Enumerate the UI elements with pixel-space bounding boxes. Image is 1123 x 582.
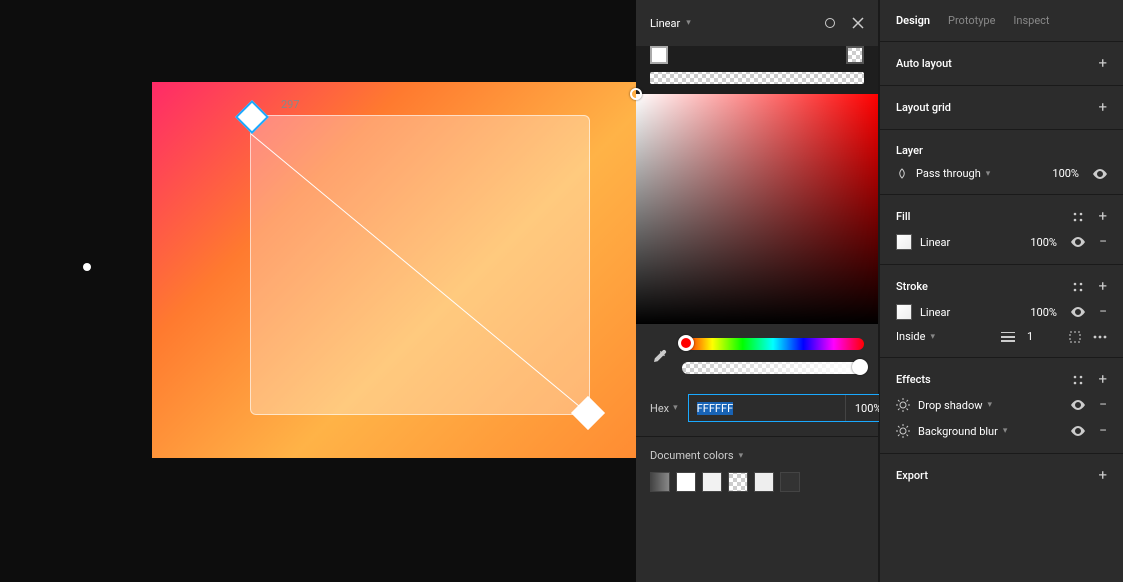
layout-grid-section: Layout grid + xyxy=(880,86,1123,130)
remove-effect-button[interactable]: − xyxy=(1099,423,1107,439)
swatch[interactable] xyxy=(676,472,696,492)
hue-knob[interactable] xyxy=(678,335,694,351)
export-section: Export + xyxy=(880,454,1123,497)
alpha-knob[interactable] xyxy=(852,359,868,375)
stroke-label: Stroke xyxy=(896,280,928,293)
fill-label: Fill xyxy=(896,210,910,223)
visibility-icon[interactable] xyxy=(1071,426,1085,436)
swatch[interactable] xyxy=(650,472,670,492)
visibility-icon[interactable] xyxy=(1071,237,1085,247)
stroke-opacity-input[interactable]: 100% xyxy=(1030,306,1057,319)
chevron-down-icon: ▾ xyxy=(1003,426,1008,436)
tab-inspect[interactable]: Inspect xyxy=(1013,14,1049,27)
layer-section: Layer Pass through ▾ 100% xyxy=(880,130,1123,195)
document-color-swatches xyxy=(650,472,864,492)
sv-cursor[interactable] xyxy=(630,88,642,100)
frame-gradient[interactable]: 297 xyxy=(152,82,636,458)
hue-slider[interactable] xyxy=(682,338,864,350)
blend-mode-icon xyxy=(896,168,908,180)
stroke-position-dropdown[interactable]: Inside ▾ xyxy=(896,330,935,343)
gradient-stops-editor[interactable] xyxy=(636,46,878,94)
gradient-track[interactable] xyxy=(650,72,864,84)
swatch[interactable] xyxy=(780,472,800,492)
add-auto-layout-button[interactable]: + xyxy=(1098,56,1107,71)
stroke-type-label: Linear xyxy=(920,306,950,319)
stroke-swatch[interactable] xyxy=(896,304,912,320)
effect-settings-icon[interactable] xyxy=(896,424,910,438)
selection-size-label: 297 xyxy=(281,98,300,111)
styles-icon[interactable] xyxy=(824,17,836,29)
canvas[interactable]: 297 xyxy=(0,0,636,582)
alpha-slider[interactable] xyxy=(682,362,864,374)
blend-mode-dropdown[interactable]: Pass through ▾ xyxy=(916,167,990,180)
visibility-icon[interactable] xyxy=(1071,307,1085,317)
remove-stroke-button[interactable]: − xyxy=(1099,304,1107,320)
fill-type-label: Linear xyxy=(920,236,950,249)
layer-label: Layer xyxy=(896,144,923,157)
chevron-down-icon: ▾ xyxy=(986,169,991,179)
chevron-down-icon: ▾ xyxy=(930,332,935,342)
stroke-sides-icon[interactable] xyxy=(1069,331,1081,343)
layout-grid-label: Layout grid xyxy=(896,101,951,114)
effect-type-dropdown[interactable]: Drop shadow ▾ xyxy=(918,399,992,412)
tab-design[interactable]: Design xyxy=(896,14,930,27)
more-options-icon[interactable] xyxy=(1093,335,1107,339)
selected-rectangle[interactable]: 297 xyxy=(250,115,590,415)
color-model-dropdown[interactable]: Hex ▾ xyxy=(650,402,678,415)
auto-layout-label: Auto layout xyxy=(896,57,952,70)
remove-effect-button[interactable]: − xyxy=(1099,397,1107,413)
color-picker-panel: Linear ▾ Hex ▾ xyxy=(636,0,879,582)
gradient-stop-1[interactable] xyxy=(650,46,668,64)
stroke-width-input[interactable] xyxy=(1027,330,1057,343)
inspector-panel: Design Prototype Inspect Auto layout + L… xyxy=(879,0,1123,582)
chevron-down-icon: ▾ xyxy=(987,400,992,410)
effects-label: Effects xyxy=(896,373,931,386)
gradient-stop-2[interactable] xyxy=(846,46,864,64)
eyedropper-icon[interactable] xyxy=(650,346,670,366)
add-stroke-button[interactable]: + xyxy=(1098,279,1107,294)
swatch[interactable] xyxy=(728,472,748,492)
effect-type-dropdown[interactable]: Background blur ▾ xyxy=(918,425,1007,438)
stroke-section: Stroke + Linear 100% − Inside ▾ xyxy=(880,265,1123,358)
fill-section: Fill + Linear 100% − xyxy=(880,195,1123,265)
style-icon[interactable] xyxy=(1072,281,1084,293)
swatch[interactable] xyxy=(754,472,774,492)
visibility-icon[interactable] xyxy=(1093,169,1107,179)
document-colors-toggle[interactable]: Document colors ▾ xyxy=(650,449,864,462)
stroke-weight-icon xyxy=(1001,332,1015,342)
inspector-tabs: Design Prototype Inspect xyxy=(880,0,1123,42)
picker-header: Linear ▾ xyxy=(636,0,878,46)
canvas-marker-dot xyxy=(83,263,91,271)
remove-fill-button[interactable]: − xyxy=(1099,234,1107,250)
add-effect-button[interactable]: + xyxy=(1098,372,1107,387)
visibility-icon[interactable] xyxy=(1071,400,1085,410)
effects-section: Effects + Drop shadow ▾ − xyxy=(880,358,1123,454)
chevron-down-icon: ▾ xyxy=(673,403,678,413)
export-label: Export xyxy=(896,469,928,482)
chevron-down-icon: ▾ xyxy=(686,18,691,28)
add-export-button[interactable]: + xyxy=(1098,468,1107,483)
style-icon[interactable] xyxy=(1072,211,1084,223)
gradient-axis-line xyxy=(251,116,589,414)
hex-input[interactable] xyxy=(689,395,845,421)
close-icon[interactable] xyxy=(852,17,864,29)
chevron-down-icon: ▾ xyxy=(739,451,744,461)
tab-prototype[interactable]: Prototype xyxy=(948,14,995,27)
add-fill-button[interactable]: + xyxy=(1098,209,1107,224)
fill-swatch[interactable] xyxy=(896,234,912,250)
fill-opacity-input[interactable]: 100% xyxy=(1030,236,1057,249)
layer-opacity-input[interactable]: 100% xyxy=(1052,167,1079,180)
swatch[interactable] xyxy=(702,472,722,492)
auto-layout-section: Auto layout + xyxy=(880,42,1123,86)
add-layout-grid-button[interactable]: + xyxy=(1098,100,1107,115)
picker-type-dropdown[interactable]: Linear xyxy=(650,17,680,30)
saturation-value-field[interactable] xyxy=(636,94,878,324)
effect-settings-icon[interactable] xyxy=(896,398,910,412)
style-icon[interactable] xyxy=(1072,374,1084,386)
